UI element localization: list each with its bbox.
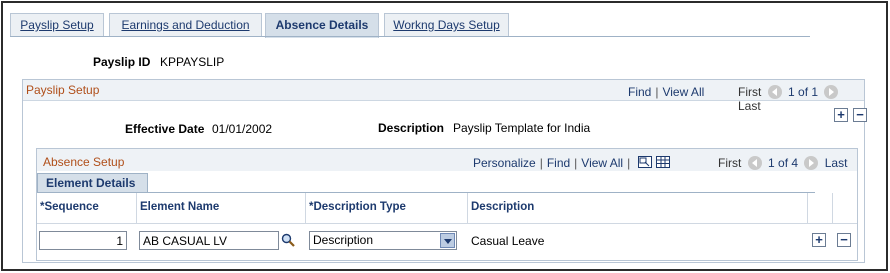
column-divider: [305, 193, 306, 223]
description-type-column-header: *Description Type: [309, 201, 406, 213]
payslip-setup-nav: Find | View All: [628, 85, 704, 99]
column-divider: [467, 193, 468, 223]
add-row-button[interactable]: +: [834, 108, 848, 122]
zoom-icon[interactable]: [638, 156, 653, 168]
payslip-setup-scroll-area: Payslip Setup Find | View All First 1 of 1…: [22, 79, 867, 263]
absence-setup-grid: Absence Setup Personalize | Find | View All |…: [36, 148, 858, 261]
page-frame: Payslip Setup Earnings and Deduction Abs…: [1, 1, 888, 271]
column-divider: [832, 193, 833, 223]
description-type-select[interactable]: Description: [309, 231, 457, 250]
first-label: First: [718, 156, 742, 170]
separator: |: [539, 156, 543, 170]
find-link[interactable]: Find: [628, 85, 651, 99]
tab-payslip-setup[interactable]: Payslip Setup: [10, 13, 104, 37]
view-all-link[interactable]: View All: [581, 156, 623, 170]
dropdown-icon[interactable]: [440, 233, 455, 248]
first-label: First: [738, 85, 762, 99]
absence-setup-header: Absence Setup Personalize | Find | View All |…: [37, 149, 857, 171]
element-name-input[interactable]: [139, 231, 279, 250]
separator: |: [574, 156, 578, 170]
tab-workng-days-setup[interactable]: Workng Days Setup: [384, 13, 509, 37]
absence-setup-pager: First 1 of 4 Last: [718, 156, 847, 170]
delete-row-button[interactable]: −: [837, 233, 851, 247]
pager-text: 1 of 4: [768, 156, 799, 170]
absence-setup-nav: Personalize | Find | View All |: [473, 156, 671, 170]
description-label: Description: [378, 121, 445, 135]
payslip-setup-header: Payslip Setup Find | View All First 1 of 1…: [23, 80, 864, 113]
left-arrow-icon[interactable]: [767, 85, 782, 99]
effective-date-value: 01/01/2002: [212, 122, 273, 136]
search-icon[interactable]: [281, 233, 295, 247]
effective-date-label: Effective Date: [125, 122, 205, 136]
left-arrow-icon[interactable]: [747, 156, 762, 170]
payslip-id-label: Payslip ID: [93, 55, 151, 69]
view-all-link[interactable]: View All: [662, 85, 704, 99]
description-value: Payslip Template for India: [453, 121, 591, 135]
find-link[interactable]: Find: [547, 156, 570, 170]
description-cell: Casual Leave: [471, 234, 545, 248]
tab-earnings-deduction[interactable]: Earnings and Deduction: [109, 13, 262, 37]
element-details-tab[interactable]: Element Details: [37, 173, 148, 193]
personalize-link[interactable]: Personalize: [473, 156, 536, 170]
column-divider: [807, 193, 808, 223]
subtab-underline: [37, 192, 815, 193]
absence-setup-title: Absence Setup: [43, 155, 125, 169]
right-arrow-icon[interactable]: [804, 156, 819, 170]
sequence-column-header: *Sequence: [40, 201, 99, 213]
payslip-id-value: KPPAYSLIP: [160, 55, 225, 69]
tab-absence-details[interactable]: Absence Details: [265, 13, 379, 38]
delete-row-button[interactable]: −: [853, 108, 867, 122]
payslip-setup-title: Payslip Setup: [26, 83, 100, 97]
separator: |: [655, 85, 659, 99]
row-divider: [37, 223, 857, 224]
last-link[interactable]: Last: [825, 156, 848, 170]
element-name-column-header: Element Name: [140, 201, 220, 213]
grid-icon[interactable]: [656, 156, 671, 168]
sequence-input[interactable]: [39, 231, 127, 250]
last-label: Last: [738, 99, 761, 113]
column-divider: [136, 193, 137, 223]
tab-underline: [10, 36, 810, 37]
description-type-value: Description: [313, 233, 374, 247]
right-arrow-icon[interactable]: [824, 85, 839, 99]
description-column-header: Description: [471, 201, 535, 213]
add-row-button[interactable]: +: [812, 233, 826, 247]
separator: |: [627, 156, 631, 170]
pager-text: 1 of 1: [788, 85, 819, 99]
